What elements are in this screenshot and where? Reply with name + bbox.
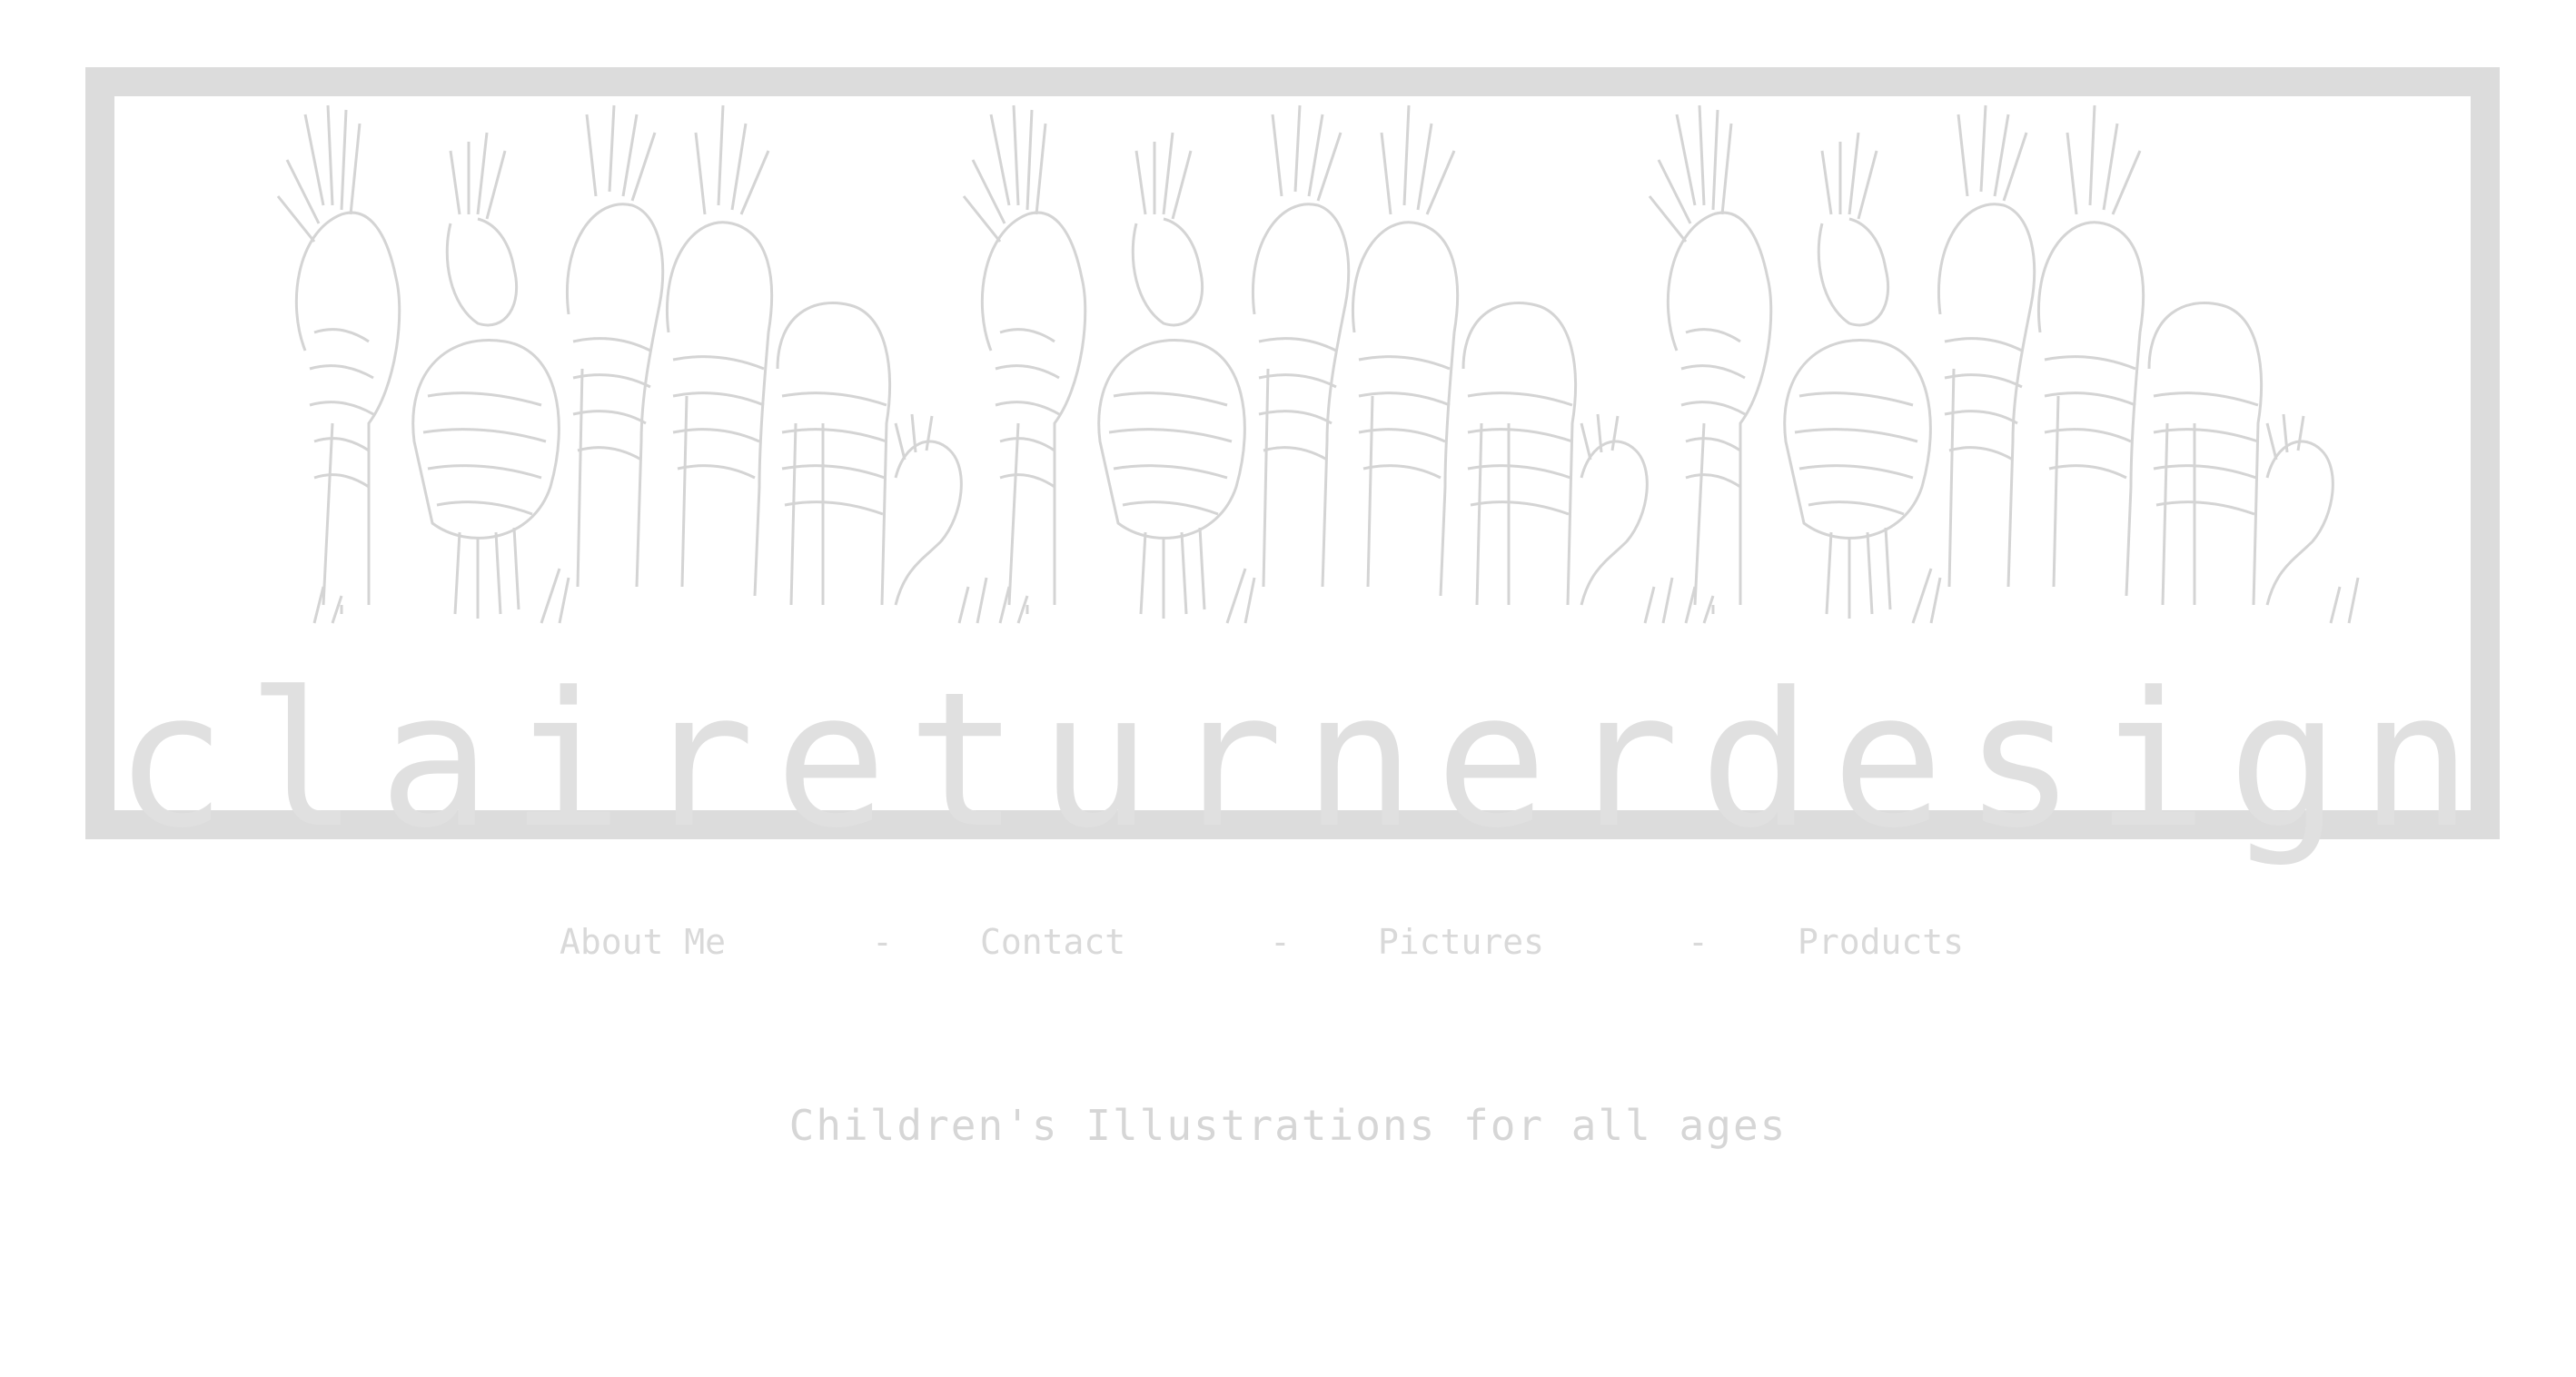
nav-separator: - <box>1688 922 1709 962</box>
nav-link-contact[interactable]: Contact <box>980 922 1125 962</box>
nav-link-pictures[interactable]: Pictures <box>1378 922 1544 962</box>
header-banner[interactable]: claireturnerdesign <box>85 67 2500 855</box>
nav-separator: - <box>1270 922 1291 962</box>
main-navigation: About Me - Contact - Pictures - Products <box>0 922 2576 967</box>
site-tagline: Children's Illustrations for all ages <box>788 1101 1788 1150</box>
nav-separator: - <box>872 922 893 962</box>
nav-link-products[interactable]: Products <box>1798 922 1964 962</box>
nav-link-about-me[interactable]: About Me <box>560 922 726 962</box>
brand-wordmark: claireturnerdesign <box>114 653 2492 869</box>
